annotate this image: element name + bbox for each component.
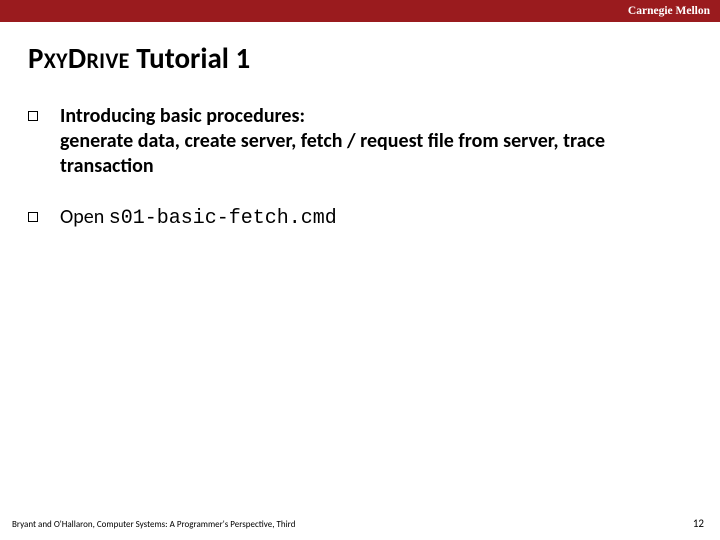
- slide-title: PXYDRIVE Tutorial 1: [28, 40, 720, 76]
- bullet-rest: generate data, create server, fetch / re…: [60, 129, 605, 178]
- institution-brand: Carnegie Mellon: [628, 5, 710, 17]
- page-number: 12: [693, 517, 704, 530]
- title-pxy-p: P: [28, 40, 44, 76]
- title-pxy-d: D: [68, 40, 87, 76]
- header-bar: Carnegie Mellon: [0, 0, 720, 22]
- list-item: Introducing basic procedures: generate d…: [28, 104, 692, 179]
- open-word: Open: [60, 205, 109, 229]
- footer-citation: Bryant and O'Hallaron, Computer Systems:…: [12, 519, 295, 530]
- bullet-body: Open s01-basic-fetch.cmd: [60, 205, 337, 231]
- list-item: Open s01-basic-fetch.cmd: [28, 205, 692, 231]
- bullet-lead: Introducing basic procedures:: [60, 104, 305, 128]
- bullet-marker-icon: [28, 212, 38, 222]
- bullet-marker-icon: [28, 111, 38, 121]
- bullet-list: Introducing basic procedures: generate d…: [28, 104, 692, 231]
- title-pxy-rive: RIVE: [87, 47, 130, 74]
- code-filename: s01-basic-fetch.cmd: [109, 207, 337, 230]
- title-pxy-xy: XY: [44, 47, 68, 74]
- bullet-body: Introducing basic procedures: generate d…: [60, 104, 692, 179]
- title-rest: Tutorial 1: [130, 40, 250, 76]
